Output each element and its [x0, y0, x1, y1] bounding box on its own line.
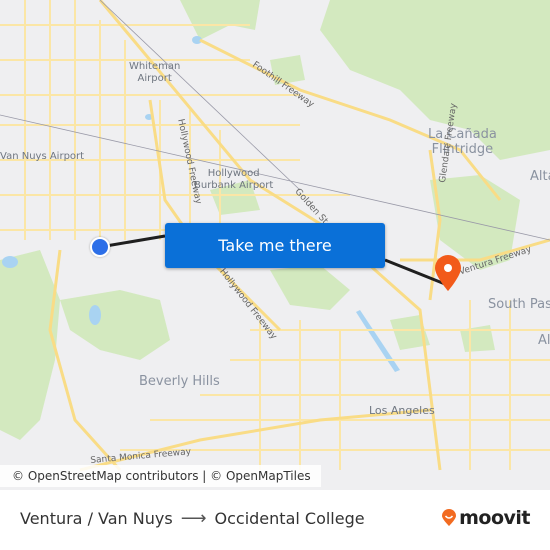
route-summary: Ventura / Van Nuys ⟶ Occidental College [20, 508, 365, 529]
label-south-pasadena: South Pas [488, 297, 550, 312]
osm-attribution-link[interactable]: © OpenStreetMap contributors [12, 469, 198, 483]
label-los-angeles: Los Angeles [369, 404, 435, 417]
label-beverly-hills: Beverly Hills [139, 374, 220, 389]
moovit-pin-icon [442, 509, 457, 526]
label-van-nuys-airport: Van Nuys Airport [0, 151, 85, 162]
label-hollywood-burbank-airport: Hollywood Burbank Airport [194, 168, 274, 191]
destination-name: Occidental College [214, 509, 365, 528]
label-la-canada-flintridge: La Cañada Flintridge [428, 127, 497, 157]
label-alhambra: Al [538, 333, 550, 348]
attribution-separator: | [198, 469, 211, 483]
label-whiteman-airport: Whiteman Airport [129, 61, 181, 84]
map[interactable]: Whiteman Airport Van Nuys Airport Hollyw… [0, 0, 550, 490]
water [2, 36, 400, 372]
parks [0, 0, 550, 440]
map-attribution: © OpenStreetMap contributors | © OpenMap… [0, 465, 321, 487]
omt-attribution-link[interactable]: © OpenMapTiles [210, 469, 310, 483]
moovit-logo[interactable]: moovit [441, 507, 530, 529]
origin-marker[interactable] [90, 237, 110, 257]
label-altadena: Alta [530, 169, 550, 184]
origin-name: Ventura / Van Nuys [20, 509, 173, 528]
brand-name: moovit [459, 507, 530, 529]
destination-pin-icon[interactable] [433, 254, 463, 292]
arrow-right-icon: ⟶ [180, 508, 207, 529]
take-me-there-button[interactable]: Take me there [165, 223, 385, 268]
